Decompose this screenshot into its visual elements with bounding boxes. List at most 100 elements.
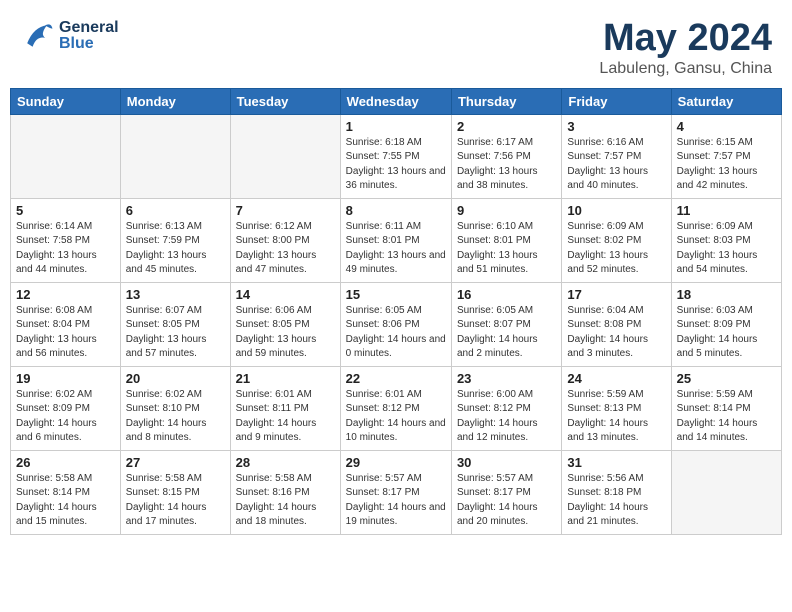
day-info: Sunrise: 6:05 AMSunset: 8:07 PMDaylight:… — [457, 304, 556, 362]
day-number: 5 — [16, 203, 115, 218]
day-info: Sunrise: 6:14 AMSunset: 7:58 PMDaylight:… — [16, 220, 115, 278]
day-number: 17 — [567, 287, 665, 302]
day-number: 8 — [346, 203, 446, 218]
calendar-day-cell: 1 Sunrise: 6:18 AMSunset: 7:55 PMDaylight… — [340, 114, 451, 198]
day-number: 11 — [677, 203, 776, 218]
calendar-day-cell: 7Sunrise: 6:12 AMSunset: 8:00 PMDaylight… — [230, 198, 340, 282]
calendar-day-cell: 11 Sunrise: 6:09 AMSunset: 8:03 PMDayligh… — [671, 198, 781, 282]
month-year-title: May 2024 — [599, 18, 772, 60]
calendar-day-cell — [230, 114, 340, 198]
logo: General Blue — [20, 18, 119, 54]
day-number: 31 — [567, 455, 665, 470]
calendar-day-cell — [671, 450, 781, 534]
logo-icon — [20, 18, 56, 54]
day-number: 6 — [126, 203, 225, 218]
day-number: 12 — [16, 287, 115, 302]
weekday-header: Wednesday — [340, 88, 451, 114]
calendar-day-cell — [120, 114, 230, 198]
day-number: 19 — [16, 371, 115, 386]
day-number: 28 — [236, 455, 335, 470]
day-number: 9 — [457, 203, 556, 218]
day-info: Sunrise: 5:57 AMSunset: 8:17 PMDaylight:… — [346, 472, 446, 530]
day-info: Sunrise: 6:06 AMSunset: 8:05 PMDaylight:… — [236, 304, 335, 362]
logo-text: General Blue — [59, 20, 119, 52]
day-info: Sunrise: 6:08 AMSunset: 8:04 PMDaylight:… — [16, 304, 115, 362]
day-info: Sunrise: 6:07 AMSunset: 8:05 PMDaylight:… — [126, 304, 225, 362]
day-number: 16 — [457, 287, 556, 302]
day-info: Sunrise: 6:03 AMSunset: 8:09 PMDaylight:… — [677, 304, 776, 362]
day-info: Sunrise: 6:13 AMSunset: 7:59 PMDaylight:… — [126, 220, 225, 278]
weekday-header: Thursday — [451, 88, 561, 114]
calendar-day-cell: 17 Sunrise: 6:04 AMSunset: 8:08 PMDayligh… — [562, 282, 671, 366]
day-number: 26 — [16, 455, 115, 470]
calendar-day-cell: 24Sunrise: 5:59 AMSunset: 8:13 PMDayligh… — [562, 366, 671, 450]
day-info: Sunrise: 6:18 AMSunset: 7:55 PMDaylight:… — [346, 136, 446, 194]
calendar-day-cell: 14 Sunrise: 6:06 AMSunset: 8:05 PMDayligh… — [230, 282, 340, 366]
day-info: Sunrise: 5:58 AMSunset: 8:15 PMDaylight:… — [126, 472, 225, 530]
calendar-table: SundayMondayTuesdayWednesdayThursdayFrid… — [10, 88, 782, 535]
calendar-week-row: 19 Sunrise: 6:02 AMSunset: 8:09 PMDayligh… — [11, 366, 782, 450]
calendar-week-row: 12 Sunrise: 6:08 AMSunset: 8:04 PMDayligh… — [11, 282, 782, 366]
day-info: Sunrise: 6:00 AMSunset: 8:12 PMDaylight:… — [457, 388, 556, 446]
calendar-day-cell: 16 Sunrise: 6:05 AMSunset: 8:07 PMDayligh… — [451, 282, 561, 366]
day-info: Sunrise: 6:09 AMSunset: 8:02 PMDaylight:… — [567, 220, 665, 278]
day-number: 22 — [346, 371, 446, 386]
calendar-day-cell: 25 Sunrise: 5:59 AMSunset: 8:14 PMDayligh… — [671, 366, 781, 450]
day-number: 30 — [457, 455, 556, 470]
day-number: 29 — [346, 455, 446, 470]
day-info: Sunrise: 6:17 AMSunset: 7:56 PMDaylight:… — [457, 136, 556, 194]
day-info: Sunrise: 6:04 AMSunset: 8:08 PMDaylight:… — [567, 304, 665, 362]
calendar-day-cell: 22 Sunrise: 6:01 AMSunset: 8:12 PMDayligh… — [340, 366, 451, 450]
calendar-day-cell: 29 Sunrise: 5:57 AMSunset: 8:17 PMDayligh… — [340, 450, 451, 534]
day-info: Sunrise: 6:10 AMSunset: 8:01 PMDaylight:… — [457, 220, 556, 278]
weekday-header-row: SundayMondayTuesdayWednesdayThursdayFrid… — [11, 88, 782, 114]
day-info: Sunrise: 6:05 AMSunset: 8:06 PMDaylight:… — [346, 304, 446, 362]
day-number: 2 — [457, 119, 556, 134]
calendar-day-cell — [11, 114, 121, 198]
calendar-day-cell: 3Sunrise: 6:16 AMSunset: 7:57 PMDaylight… — [562, 114, 671, 198]
calendar-day-cell: 27Sunrise: 5:58 AMSunset: 8:15 PMDayligh… — [120, 450, 230, 534]
calendar-day-cell: 5 Sunrise: 6:14 AMSunset: 7:58 PMDaylight… — [11, 198, 121, 282]
calendar-day-cell: 26 Sunrise: 5:58 AMSunset: 8:14 PMDayligh… — [11, 450, 121, 534]
day-number: 1 — [346, 119, 446, 134]
calendar-day-cell: 18 Sunrise: 6:03 AMSunset: 8:09 PMDayligh… — [671, 282, 781, 366]
calendar-day-cell: 19 Sunrise: 6:02 AMSunset: 8:09 PMDayligh… — [11, 366, 121, 450]
calendar-day-cell: 13Sunrise: 6:07 AMSunset: 8:05 PMDayligh… — [120, 282, 230, 366]
calendar-week-row: 5 Sunrise: 6:14 AMSunset: 7:58 PMDaylight… — [11, 198, 782, 282]
weekday-header: Tuesday — [230, 88, 340, 114]
day-info: Sunrise: 5:59 AMSunset: 8:14 PMDaylight:… — [677, 388, 776, 446]
day-info: Sunrise: 5:57 AMSunset: 8:17 PMDaylight:… — [457, 472, 556, 530]
calendar-week-row: 26 Sunrise: 5:58 AMSunset: 8:14 PMDayligh… — [11, 450, 782, 534]
calendar-day-cell: 15Sunrise: 6:05 AMSunset: 8:06 PMDayligh… — [340, 282, 451, 366]
weekday-header: Saturday — [671, 88, 781, 114]
weekday-header: Sunday — [11, 88, 121, 114]
day-info: Sunrise: 6:09 AMSunset: 8:03 PMDaylight:… — [677, 220, 776, 278]
day-number: 21 — [236, 371, 335, 386]
day-number: 14 — [236, 287, 335, 302]
day-number: 25 — [677, 371, 776, 386]
day-info: Sunrise: 5:58 AMSunset: 8:16 PMDaylight:… — [236, 472, 335, 530]
weekday-header: Friday — [562, 88, 671, 114]
day-info: Sunrise: 5:58 AMSunset: 8:14 PMDaylight:… — [16, 472, 115, 530]
day-info: Sunrise: 6:01 AMSunset: 8:12 PMDaylight:… — [346, 388, 446, 446]
day-info: Sunrise: 6:02 AMSunset: 8:10 PMDaylight:… — [126, 388, 225, 446]
day-number: 24 — [567, 371, 665, 386]
day-info: Sunrise: 6:15 AMSunset: 7:57 PMDaylight:… — [677, 136, 776, 194]
calendar-day-cell: 30 Sunrise: 5:57 AMSunset: 8:17 PMDayligh… — [451, 450, 561, 534]
calendar-day-cell: 12 Sunrise: 6:08 AMSunset: 8:04 PMDayligh… — [11, 282, 121, 366]
day-info: Sunrise: 6:16 AMSunset: 7:57 PMDaylight:… — [567, 136, 665, 194]
day-info: Sunrise: 6:12 AMSunset: 8:00 PMDaylight:… — [236, 220, 335, 278]
day-number: 18 — [677, 287, 776, 302]
calendar-day-cell: 4 Sunrise: 6:15 AMSunset: 7:57 PMDaylight… — [671, 114, 781, 198]
weekday-header: Monday — [120, 88, 230, 114]
day-number: 4 — [677, 119, 776, 134]
calendar-day-cell: 20Sunrise: 6:02 AMSunset: 8:10 PMDayligh… — [120, 366, 230, 450]
location-subtitle: Labuleng, Gansu, China — [599, 60, 772, 78]
day-info: Sunrise: 5:56 AMSunset: 8:18 PMDaylight:… — [567, 472, 665, 530]
day-number: 10 — [567, 203, 665, 218]
day-info: Sunrise: 6:01 AMSunset: 8:11 PMDaylight:… — [236, 388, 335, 446]
logo-blue: Blue — [59, 36, 119, 52]
calendar-day-cell: 28 Sunrise: 5:58 AMSunset: 8:16 PMDayligh… — [230, 450, 340, 534]
day-info: Sunrise: 6:02 AMSunset: 8:09 PMDaylight:… — [16, 388, 115, 446]
page-header: General Blue May 2024 Labuleng, Gansu, C… — [10, 10, 782, 84]
